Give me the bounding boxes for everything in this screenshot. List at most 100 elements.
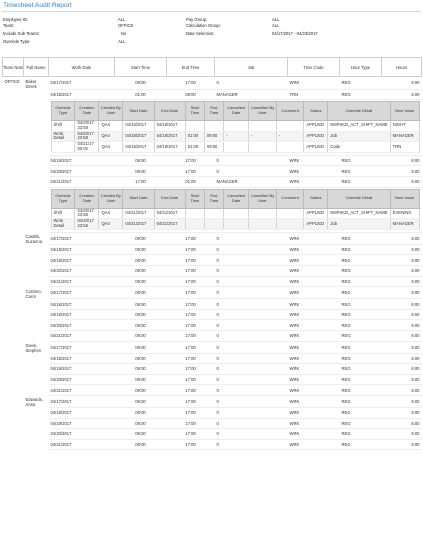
- team-name-cell: [3, 374, 24, 385]
- column-header[interactable]: End Time: [166, 57, 215, 77]
- audit-column-header[interactable]: End Date: [153, 188, 186, 209]
- audit-column-header[interactable]: Cancelled Date: [223, 188, 250, 209]
- job-cell: 0: [214, 439, 288, 451]
- audit-column-header[interactable]: Status: [303, 101, 329, 122]
- audit-detail-cell: Job: [327, 130, 391, 143]
- date-selection-label: Date Selection:: [186, 31, 215, 36]
- audit-column-header[interactable]: End Time: [203, 101, 225, 122]
- hours-cell: 8.00: [381, 395, 422, 408]
- full-name-cell: Davis, Stephen: [25, 343, 42, 354]
- calculation-group-value: ALL: [272, 23, 280, 28]
- end-time-cell: 17:00: [166, 384, 215, 396]
- end-time-cell: 17:00: [166, 407, 215, 419]
- work-date-cell: 04/18/2017: [48, 407, 115, 419]
- table-row: Castillo, Suzanna 04/17/2017 09:00 17:00 0 WR…: [3, 232, 422, 245]
- audit-column-header[interactable]: End Date: [153, 101, 186, 122]
- start-time-cell: 09:00: [114, 276, 167, 288]
- audit-column-header[interactable]: Cancelled By User: [248, 101, 277, 122]
- audit-etime-cell: [203, 120, 225, 132]
- include-sub-teams-value: No: [121, 31, 127, 36]
- end-time-cell: 17:00: [166, 341, 215, 354]
- full-name-cell: Edwards, Anita: [25, 397, 43, 408]
- hour-type-cell: REG: [339, 428, 382, 440]
- team-value: OFFICE: [118, 23, 134, 28]
- job-cell: 0: [214, 286, 288, 300]
- hour-type-cell: REG: [339, 232, 382, 245]
- audit-sdate-cell: 04/18/2017: [122, 120, 155, 132]
- date-selection-value: 04/17/2017 - 04/23/2017: [272, 31, 318, 36]
- audit-column-header[interactable]: Start Date: [122, 188, 155, 209]
- time-code-cell: WRK: [287, 232, 340, 245]
- table-row: 04/20/2017 09:00 17:00 0 WRK REG 8.00: [3, 428, 422, 440]
- hours-cell: 8.00: [381, 330, 422, 342]
- audit-comment-cell: [275, 207, 305, 220]
- full-name-cell: [24, 407, 49, 418]
- audit-column-header[interactable]: Created By User: [98, 101, 124, 122]
- job-cell: 0: [214, 384, 288, 396]
- time-code-cell: WRK: [287, 165, 340, 178]
- audit-column-header[interactable]: Cancelled By User: [248, 188, 277, 209]
- audit-cdate-cell: [223, 218, 250, 230]
- audit-row: Work Detail 04/20/17 23:58 QA4 04/21/2017 04…: [50, 218, 420, 230]
- team-name-cell: [3, 276, 24, 287]
- column-header[interactable]: Hours: [381, 57, 422, 77]
- team-name-cell: [3, 364, 24, 375]
- hour-type-cell: REG: [339, 353, 382, 365]
- audit-created-cell: 04/21/17 00:02: [74, 141, 100, 153]
- audit-column-header[interactable]: Comment: [275, 188, 305, 209]
- audit-otype-cell: [50, 141, 76, 153]
- audit-stime-cell: [184, 218, 205, 230]
- table-row: 04/20/2017 09:00 17:00 0 WRK REG 8.00: [3, 374, 422, 386]
- hours-cell: 8.00: [381, 418, 422, 430]
- audit-column-header[interactable]: Status: [303, 188, 329, 209]
- audit-user-cell: QA4: [98, 218, 124, 230]
- column-header[interactable]: Hour Type: [339, 57, 382, 77]
- end-time-cell: 17:00: [166, 330, 215, 342]
- audit-column-header[interactable]: Comment: [275, 101, 305, 122]
- audit-column-header[interactable]: Cancelled Date: [223, 101, 250, 122]
- audit-column-header[interactable]: Created By User: [98, 188, 124, 209]
- column-header[interactable]: Full Name: [23, 57, 49, 77]
- column-header[interactable]: Start Time: [114, 57, 167, 77]
- hours-cell: 8.00: [381, 439, 422, 451]
- column-header[interactable]: Job: [214, 57, 288, 77]
- audit-column-header[interactable]: New Value: [389, 101, 420, 122]
- hour-type-cell: REG: [339, 330, 382, 342]
- audit-column-header[interactable]: Override Detail: [327, 188, 391, 209]
- column-header[interactable]: Time Code: [287, 57, 340, 77]
- audit-column-header[interactable]: Start Time: [184, 188, 205, 209]
- end-time-cell: 17:00: [166, 439, 215, 451]
- audit-column-header[interactable]: Start Date: [122, 101, 155, 122]
- time-code-cell: WRK: [287, 244, 340, 256]
- job-cell: MANAGER: [214, 176, 288, 188]
- full-name-cell: [24, 309, 49, 320]
- end-time-cell: 17:00: [166, 232, 215, 245]
- table-row: 04/21/2017 09:00 17:00 0 WRK REG 8.00: [3, 276, 422, 288]
- audit-column-header[interactable]: Override Type: [50, 188, 76, 209]
- column-header[interactable]: Team Name: [2, 57, 24, 77]
- audit-sdate-cell: 04/18/2017: [122, 141, 155, 153]
- hours-cell: 8.00: [381, 374, 422, 386]
- audit-column-header[interactable]: Override Type: [50, 101, 76, 122]
- audit-comment-cell: [275, 120, 305, 132]
- audit-newval-cell: TRN: [389, 141, 420, 153]
- audit-column-header[interactable]: End Time: [203, 188, 225, 209]
- column-header[interactable]: Work Date: [48, 57, 115, 77]
- audit-created-cell: 04/20/17 23:58: [74, 218, 100, 230]
- hour-type-cell: REG: [339, 265, 382, 277]
- audit-column-header[interactable]: New Value: [389, 188, 420, 209]
- time-code-cell: WRK: [287, 155, 340, 167]
- audit-column-header[interactable]: Start Time: [184, 101, 205, 122]
- audit-column-header[interactable]: Creation Date: [74, 101, 100, 122]
- team-name-cell: [3, 166, 24, 177]
- audit-newval-cell: EVENING: [389, 207, 420, 220]
- audit-column-header[interactable]: Override Detail: [327, 101, 391, 122]
- table-row: 04/18/2017 09:00 17:00 0 WRK REG 8.00: [3, 298, 422, 310]
- audit-column-header[interactable]: Creation Date: [74, 188, 100, 209]
- end-time-cell: 01:00: [166, 176, 215, 188]
- audit-stime-cell: [184, 207, 205, 220]
- job-cell: MANAGER: [214, 89, 288, 101]
- audit-header-row: Override Type Creation Date Created By Use…: [50, 188, 420, 209]
- time-code-cell: WRK: [287, 363, 340, 375]
- hour-type-cell: REG: [339, 76, 382, 90]
